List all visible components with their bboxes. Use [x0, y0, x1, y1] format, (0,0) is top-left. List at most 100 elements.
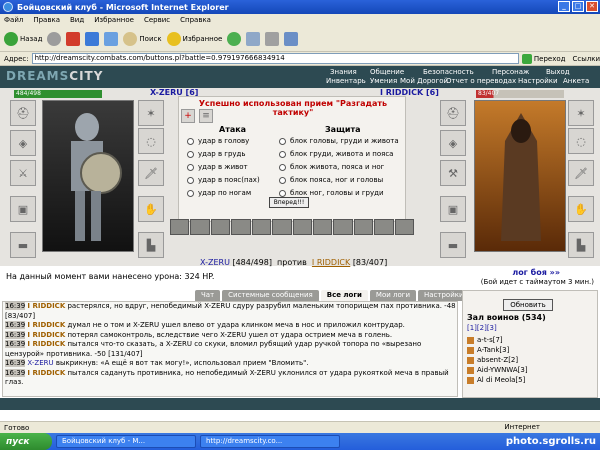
defense-option-2[interactable]: блок груди, живота и пояса — [279, 150, 393, 158]
list-item[interactable]: Al di Meola[5] — [467, 375, 528, 385]
radio-icon[interactable] — [279, 189, 286, 197]
left-weapon-slot[interactable]: ⚔ — [10, 160, 36, 186]
nav-chat[interactable]: Общение — [370, 68, 404, 76]
radio-icon[interactable] — [187, 189, 194, 197]
right-necklace-slot[interactable]: ◈ — [440, 130, 466, 156]
nav-character[interactable]: Персонаж — [492, 68, 529, 76]
left-belt-slot[interactable]: ▬ — [10, 232, 36, 258]
left-helmet-slot[interactable]: ⛑ — [10, 100, 36, 126]
home-icon[interactable] — [104, 31, 119, 46]
vs-left-name[interactable]: X-ZERU — [200, 258, 230, 267]
right-gloves-slot[interactable]: ✋ — [568, 196, 594, 222]
left-ring-slot[interactable]: ◌ — [138, 128, 164, 154]
tab-my-logs[interactable]: Мои логи — [369, 290, 416, 301]
defense-option-1[interactable]: блок головы, груди и живота — [279, 137, 399, 145]
list-item[interactable]: absent-Z[2] — [467, 355, 528, 365]
left-fighter-avatar[interactable] — [42, 100, 134, 252]
nav-security[interactable]: Безопасность — [423, 68, 474, 76]
left-necklace-slot[interactable]: ◈ — [10, 130, 36, 156]
nav-my-dear[interactable]: Мой Дорогой — [400, 77, 448, 85]
forward-arrow-icon[interactable] — [47, 31, 62, 46]
menu-file[interactable]: Файл — [4, 16, 23, 24]
close-button[interactable]: ✕ — [586, 1, 598, 12]
trick-icon[interactable] — [251, 219, 272, 235]
trick-icon[interactable] — [353, 219, 374, 235]
trick-icon[interactable] — [292, 219, 312, 235]
attack-option-groin[interactable]: удар в пояс(пах) — [187, 176, 260, 184]
trick-icon[interactable] — [231, 219, 251, 235]
vs-right-name[interactable]: I RIDDICK — [312, 258, 350, 267]
task-fightclub[interactable]: Бойцовский клуб - M... — [56, 435, 196, 448]
maximize-button[interactable]: □ — [572, 1, 584, 12]
print-icon[interactable] — [265, 31, 280, 46]
left-gloves-slot[interactable]: ✋ — [138, 196, 164, 222]
tab-all-logs[interactable]: Все логи — [320, 290, 368, 301]
radio-icon[interactable] — [279, 137, 286, 145]
right-boots-slot[interactable]: ▙ — [568, 232, 594, 258]
nav-exit[interactable]: Выход — [546, 68, 570, 76]
links-button[interactable]: Ссылки — [572, 55, 600, 63]
right-offhand-slot[interactable]: ✶ — [568, 100, 594, 126]
refresh-button[interactable]: Обновить — [503, 299, 553, 311]
tab-chat[interactable]: Чат — [195, 290, 221, 301]
trick-icon[interactable] — [312, 219, 333, 235]
stop-icon[interactable] — [66, 31, 81, 46]
nav-transfer-report[interactable]: Отчет о переводах — [446, 77, 516, 85]
menu-view[interactable]: Вид — [70, 16, 84, 24]
trick-icon[interactable] — [272, 219, 292, 235]
menu-favorites[interactable]: Избранное — [94, 16, 134, 24]
attack-option-chest[interactable]: удар в грудь — [187, 150, 246, 158]
back-button[interactable]: Назад — [4, 31, 42, 46]
right-weapon-slot[interactable]: ⚒ — [440, 160, 466, 186]
defense-option-4[interactable]: блок пояса, ног и головы — [279, 176, 383, 184]
nav-inventory[interactable]: Инвентарь — [326, 77, 366, 85]
trick-icon[interactable] — [374, 219, 394, 235]
list-item[interactable]: A-Tank[3] — [467, 345, 528, 355]
right-sword-slot[interactable]: 🗡 — [568, 160, 594, 186]
minimize-button[interactable]: _ — [558, 1, 570, 12]
defense-option-3[interactable]: блок живота, пояса и ног — [279, 163, 384, 171]
favorites-button[interactable]: Избранное — [166, 31, 222, 46]
nav-knowledge[interactable]: Знания — [330, 68, 357, 76]
trick-icon[interactable] — [210, 219, 231, 235]
trick-icon[interactable] — [333, 219, 353, 235]
right-belt-slot[interactable]: ▬ — [440, 232, 466, 258]
left-sword-slot[interactable]: 🗡 — [138, 160, 164, 186]
radio-icon[interactable] — [187, 163, 194, 171]
address-input[interactable]: http://dreamscity.combats.com/buttons.pl… — [31, 53, 519, 64]
heal-icon[interactable]: + — [181, 109, 195, 123]
menu-edit[interactable]: Правка — [33, 16, 60, 24]
pagination[interactable]: [1][2][3] — [467, 324, 497, 332]
nav-skills[interactable]: Умения — [370, 77, 397, 85]
radio-icon[interactable] — [279, 176, 286, 184]
refresh-icon[interactable] — [85, 31, 100, 46]
media-icon[interactable] — [227, 31, 242, 46]
right-helmet-slot[interactable]: ⛑ — [440, 100, 466, 126]
edit-icon[interactable] — [284, 31, 299, 46]
radio-icon[interactable] — [187, 176, 194, 184]
attack-option-head[interactable]: удар в голову — [187, 137, 249, 145]
list-item[interactable]: Aid-YWNWA[3] — [467, 365, 528, 375]
forward-button[interactable]: Вперед!!! — [269, 197, 309, 208]
radio-icon[interactable] — [279, 150, 286, 158]
go-button[interactable]: Переход — [521, 53, 565, 64]
tab-system[interactable]: Системные сообщения — [222, 290, 319, 301]
left-armor-slot[interactable]: ▣ — [10, 196, 36, 222]
right-ring-slot[interactable]: ◌ — [568, 128, 594, 154]
right-armor-slot[interactable]: ▣ — [440, 196, 466, 222]
mail-icon[interactable] — [246, 31, 261, 46]
scroll-icon[interactable]: ≡ — [199, 109, 213, 123]
attack-option-legs[interactable]: удар по ногам — [187, 189, 251, 197]
menu-tools[interactable]: Сервис — [144, 16, 170, 24]
nav-profile[interactable]: Анкета — [563, 77, 589, 85]
trick-icon[interactable] — [170, 219, 190, 235]
battle-log-link[interactable]: лог боя »» — [512, 268, 560, 277]
trick-icon[interactable] — [394, 219, 415, 235]
left-boots-slot[interactable]: ▙ — [138, 232, 164, 258]
menu-help[interactable]: Справка — [180, 16, 211, 24]
chat-input-bar[interactable] — [0, 398, 600, 410]
list-item[interactable]: a-t-s[7] — [467, 335, 528, 345]
right-fighter-avatar[interactable] — [474, 100, 566, 252]
left-offhand-slot[interactable]: ✶ — [138, 100, 164, 126]
nav-settings[interactable]: Настройки — [518, 77, 558, 85]
